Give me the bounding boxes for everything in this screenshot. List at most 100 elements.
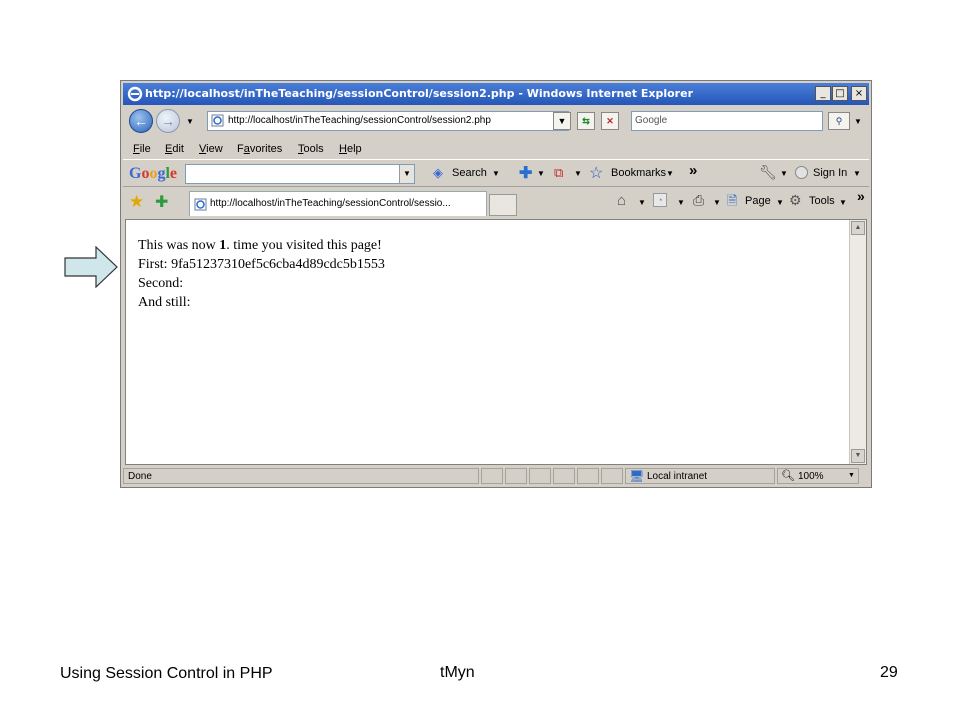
zoom-cell[interactable]: 🔍︎ 100% ▼ [777,468,859,484]
sign-in-button[interactable]: Sign In [813,167,847,179]
back-button[interactable]: ← [129,109,153,133]
page-dropdown-icon[interactable]: ▼ [776,198,784,207]
plus-dropdown-icon[interactable]: ▼ [537,169,545,178]
menu-help[interactable]: Help [339,143,362,155]
menu-tools[interactable]: Tools [298,143,324,155]
close-button[interactable]: × [851,86,867,101]
scroll-up-button[interactable]: ▲ [851,221,865,235]
google-toolbar: Google ▼ ◈ Search ▼ ✚ ▼ ⧉ ▼ ☆ Bookmarks … [123,159,869,187]
stop-button[interactable]: ✕ [601,112,619,130]
page-icon [211,114,224,127]
popup-dropdown-icon[interactable]: ▼ [574,169,582,178]
print-icon[interactable]: ⎙ [693,192,704,209]
browser-window: http://localhost/inTheTeaching/sessionCo… [120,80,872,488]
favorites-star-icon[interactable]: ★ [129,192,144,212]
status-cell [505,468,527,484]
scroll-down-button[interactable]: ▼ [851,449,865,463]
refresh-button[interactable]: ⇆ [577,112,595,130]
status-cell [577,468,599,484]
address-dropdown-button[interactable]: ▼ [553,112,571,130]
menu-bar: File Edit View Favorites Tools Help [123,139,869,159]
menu-favorites[interactable]: Favorites [237,143,282,155]
address-bar[interactable]: http://localhost/inTheTeaching/sessionCo… [207,111,569,131]
tools-dropdown-icon[interactable]: ▼ [839,198,847,207]
search-dropdown-icon[interactable]: ▼ [492,169,500,178]
status-cell [601,468,623,484]
first-session-line: First: 9fa51237310ef5c6cba4d89cdc5b1553 [138,257,385,272]
google-search-icon: ◈ [433,165,443,180]
add-favorites-icon[interactable]: ✚ [155,192,168,212]
signin-dropdown-icon[interactable]: ▼ [853,169,861,178]
page-body: This was now 1. time you visited this pa… [138,236,385,312]
google-logo: Google [129,165,178,182]
print-dropdown-icon[interactable]: ▼ [713,198,721,207]
feeds-icon[interactable]: ◔ [653,193,667,207]
forward-button[interactable]: → [156,109,180,133]
status-text: Done [128,471,152,482]
popup-blocker-icon[interactable]: ⧉ [554,165,563,181]
maximize-button[interactable]: □ [832,86,848,101]
zoom-dropdown-icon[interactable]: ▼ [848,472,855,479]
ie-logo-icon [127,86,143,102]
search-button[interactable]: ⚲ [828,112,850,130]
home-icon[interactable]: ⌂ [617,192,626,209]
back-arrow-icon: ← [134,113,148,129]
zone-text: Local intranet [647,471,708,482]
feeds-dropdown-icon[interactable]: ▼ [677,198,685,207]
tab-title: http://localhost/inTheTeaching/sessionCo… [210,198,451,209]
tab-current[interactable]: http://localhost/inTheTeaching/sessionCo… [189,191,487,216]
forward-arrow-icon: → [161,113,175,129]
bookmarks-dropdown-icon[interactable]: ▼ [666,169,674,178]
zoom-text: 100% [798,471,824,482]
visit-prefix: This was now [138,238,220,253]
vertical-scrollbar[interactable]: ▲ ▼ [849,220,866,464]
toolbar-more-button[interactable]: » [689,162,697,179]
status-cell [529,468,551,484]
bookmarks-star-icon: ☆ [589,165,604,182]
title-bar[interactable]: http://localhost/inTheTeaching/sessionCo… [123,83,869,105]
command-more-button[interactable]: » [857,188,865,204]
second-session-line: Second: [138,276,184,291]
page-menu-icon: 🗎︎ [727,193,738,208]
zone-cell[interactable]: 🖥︎ Local intranet [625,468,775,484]
still-session-line: And still: [138,295,191,310]
search-options-icon[interactable]: ▼ [854,117,862,126]
intranet-globe-icon: 🖥︎ [629,469,645,483]
status-cell [481,468,503,484]
footer-left: Using Session Control in PHP [60,665,273,682]
history-dropdown-icon[interactable]: ▼ [186,117,194,126]
status-bar: Done 🖥︎ Local intranet 🔍︎ 100% ▼ [123,467,869,485]
page-menu-button[interactable]: Page [745,195,771,207]
menu-view[interactable]: View [199,143,223,155]
status-cell [553,468,575,484]
bookmarks-button[interactable]: Bookmarks [611,167,666,179]
wrench-icon[interactable]: 🔧︎ [759,164,777,181]
google-search-button[interactable]: Search [452,167,487,179]
tools-menu-button[interactable]: Tools [809,195,835,207]
slide-number: 29 [880,664,898,681]
google-search-input[interactable]: ▼ [185,164,415,184]
gear-icon: ⚙ [789,192,802,208]
tab-command-bar: ★ ✚ http://localhost/inTheTeaching/sessi… [123,188,869,218]
footer-author: tMyn [440,664,475,681]
page-content: This was now 1. time you visited this pa… [125,219,867,465]
zoom-icon: 🔍︎ [781,470,795,482]
menu-file[interactable]: File [133,143,151,155]
arrow-pointer-icon [64,246,118,288]
navigation-bar: ← → ▼ http://localhost/inTheTeaching/ses… [123,106,869,136]
window-title: http://localhost/inTheTeaching/sessionCo… [145,87,693,100]
menu-edit[interactable]: Edit [165,143,184,155]
visit-suffix: . time you visited this page! [226,238,382,253]
signin-circle-icon [795,166,808,179]
home-dropdown-icon[interactable]: ▼ [638,198,646,207]
google-search-dropdown-icon[interactable]: ▼ [399,165,414,183]
minimize-button[interactable]: _ [815,86,831,101]
address-text: http://localhost/inTheTeaching/sessionCo… [228,115,491,126]
status-text-cell: Done [123,468,479,484]
tab-page-icon [194,198,207,211]
new-tab-button[interactable] [489,194,517,216]
visit-count-line: This was now 1. time you visited this pa… [138,236,385,255]
settings-dropdown-icon[interactable]: ▼ [780,169,788,178]
search-input[interactable]: Google [631,111,823,131]
plus-icon[interactable]: ✚ [519,163,532,183]
